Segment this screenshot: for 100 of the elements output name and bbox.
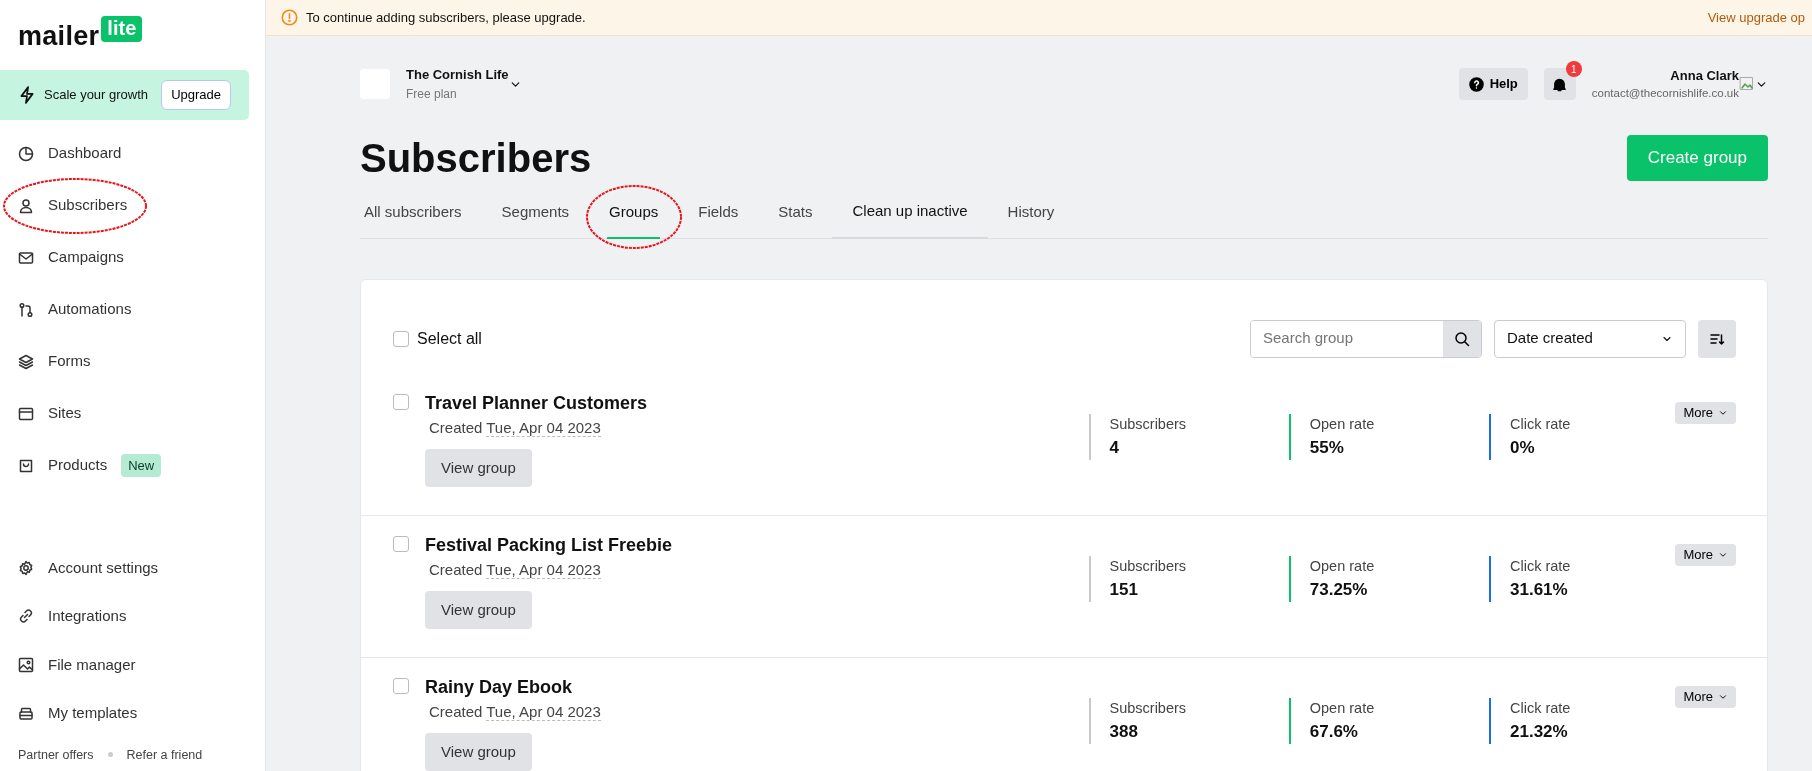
nav-item[interactable]: File manager <box>0 640 265 689</box>
person-icon <box>18 197 34 214</box>
pie-chart-icon <box>18 145 34 162</box>
nav-label: My templates <box>48 703 138 723</box>
browser-icon <box>18 405 34 422</box>
row-checkbox[interactable] <box>393 393 409 410</box>
more-button[interactable]: More <box>1675 543 1736 566</box>
more-button[interactable]: More <box>1675 685 1736 708</box>
select-all-label[interactable]: Select all <box>417 326 482 351</box>
tab[interactable]: All subscribers <box>360 190 482 238</box>
bag-icon <box>18 457 34 474</box>
nav-item[interactable]: My templates <box>0 689 265 738</box>
nav-label: Products <box>48 455 108 476</box>
page-title: Subscribers <box>360 135 592 182</box>
sort-dropdown[interactable]: Date created <box>1494 319 1686 358</box>
select-all-checkbox[interactable] <box>393 330 409 347</box>
tab[interactable]: Segments <box>481 190 590 238</box>
branch-icon <box>18 301 34 318</box>
nav-item[interactable]: Subscribers <box>0 179 265 232</box>
stat-label: Open rate <box>1309 556 1376 576</box>
stat-label: Click rate <box>1510 414 1572 434</box>
warning-icon <box>281 9 298 26</box>
stat-label: Open rate <box>1309 414 1376 434</box>
search-field[interactable]: Search group <box>1250 319 1482 358</box>
layers-icon <box>18 353 34 370</box>
help-button[interactable]: Help <box>1458 68 1528 100</box>
group-name[interactable]: Rainy Day Ebook <box>425 673 1089 701</box>
stat-value: 73.25% <box>1309 579 1369 602</box>
upgrade-link[interactable]: View upgrade op <box>1707 7 1805 28</box>
nav-item[interactable]: Forms <box>0 335 265 388</box>
user-email: contact@thecornishlife.co.uk <box>1591 86 1739 102</box>
nav-item[interactable]: Sites <box>0 387 265 440</box>
more-button[interactable]: More <box>1675 401 1736 424</box>
footer-link[interactable]: Refer a friend <box>126 745 203 765</box>
account-name[interactable]: The Cornish Life <box>406 65 509 85</box>
footer-link[interactable]: Partner offers <box>18 745 94 765</box>
broken-image-icon <box>1739 76 1755 92</box>
nav-item[interactable]: Automations <box>0 283 265 336</box>
nav-label: Account settings <box>48 557 159 578</box>
plan-label: Free plan <box>406 85 458 103</box>
new-badge: New <box>121 453 162 478</box>
question-icon <box>1468 76 1484 92</box>
image-icon <box>18 656 34 673</box>
stat-value: 151 <box>1109 579 1139 602</box>
stat-value: 0% <box>1510 437 1536 460</box>
tab[interactable]: Clean up inactive <box>832 190 988 239</box>
nav-item[interactable]: Dashboard <box>0 127 265 180</box>
nav-item[interactable]: Campaigns <box>0 231 265 284</box>
view-group-button[interactable]: View group <box>425 591 532 629</box>
tab[interactable]: Groups <box>589 190 679 238</box>
sort-order-button[interactable] <box>1698 319 1736 358</box>
created-date: Created Tue, Apr 04 2023 <box>429 559 602 581</box>
tab[interactable]: Stats <box>758 190 833 238</box>
stat-label: Subscribers <box>1109 556 1188 576</box>
row-checkbox[interactable] <box>393 535 409 552</box>
stat-label: Subscribers <box>1109 414 1188 434</box>
stat-label: Click rate <box>1510 556 1572 576</box>
stat-value: 21.32% <box>1510 721 1569 744</box>
nav-item[interactable]: Integrations <box>0 592 265 641</box>
group-name[interactable]: Festival Packing List Freebie <box>425 531 1089 559</box>
link-icon <box>18 608 34 625</box>
user-name: Anna Clark <box>1669 66 1739 85</box>
logo-wordmark: mailer <box>18 21 100 51</box>
nav-label: Sites <box>48 403 82 424</box>
nav-label: Dashboard <box>48 143 122 164</box>
nav-label: Campaigns <box>48 247 124 268</box>
logo-tag: lite <box>101 16 143 42</box>
search-icon <box>1454 330 1470 347</box>
envelope-icon <box>18 249 34 266</box>
stat-label: Click rate <box>1510 698 1572 718</box>
view-group-button[interactable]: View group <box>425 733 532 771</box>
nav-item[interactable]: Account settings <box>0 543 265 592</box>
promo-text: Scale your growth <box>44 86 149 104</box>
tab[interactable]: History <box>987 190 1075 238</box>
stat-label: Subscribers <box>1109 698 1188 718</box>
nav-item[interactable]: Products New <box>0 439 265 492</box>
upgrade-button[interactable]: Upgrade <box>161 80 231 110</box>
bell-icon <box>1552 76 1568 92</box>
stat-value: 67.6% <box>1309 721 1359 744</box>
notification-count: 1 <box>1565 61 1582 77</box>
nav-label: Automations <box>48 299 132 320</box>
tray-icon <box>18 705 34 722</box>
group-name[interactable]: Travel Planner Customers <box>425 389 1089 417</box>
gear-icon <box>18 559 34 576</box>
view-group-button[interactable]: View group <box>425 449 532 487</box>
nav-label: Forms <box>48 351 91 372</box>
created-date: Created Tue, Apr 04 2023 <box>429 701 602 723</box>
lightning-icon <box>18 85 36 104</box>
created-date: Created Tue, Apr 04 2023 <box>429 417 602 439</box>
stat-label: Open rate <box>1309 698 1376 718</box>
tab[interactable]: Fields <box>678 190 759 238</box>
row-checkbox[interactable] <box>393 677 409 694</box>
stat-value: 31.61% <box>1510 579 1569 602</box>
search-button[interactable] <box>1443 320 1481 357</box>
stat-value: 4 <box>1109 437 1120 460</box>
stat-value: 388 <box>1109 721 1139 744</box>
banner-text: To continue adding subscribers, please upgrade. <box>306 8 586 27</box>
stat-value: 55% <box>1309 437 1345 460</box>
nav-label: File manager <box>48 654 136 675</box>
nav-label: Subscribers <box>48 195 128 216</box>
